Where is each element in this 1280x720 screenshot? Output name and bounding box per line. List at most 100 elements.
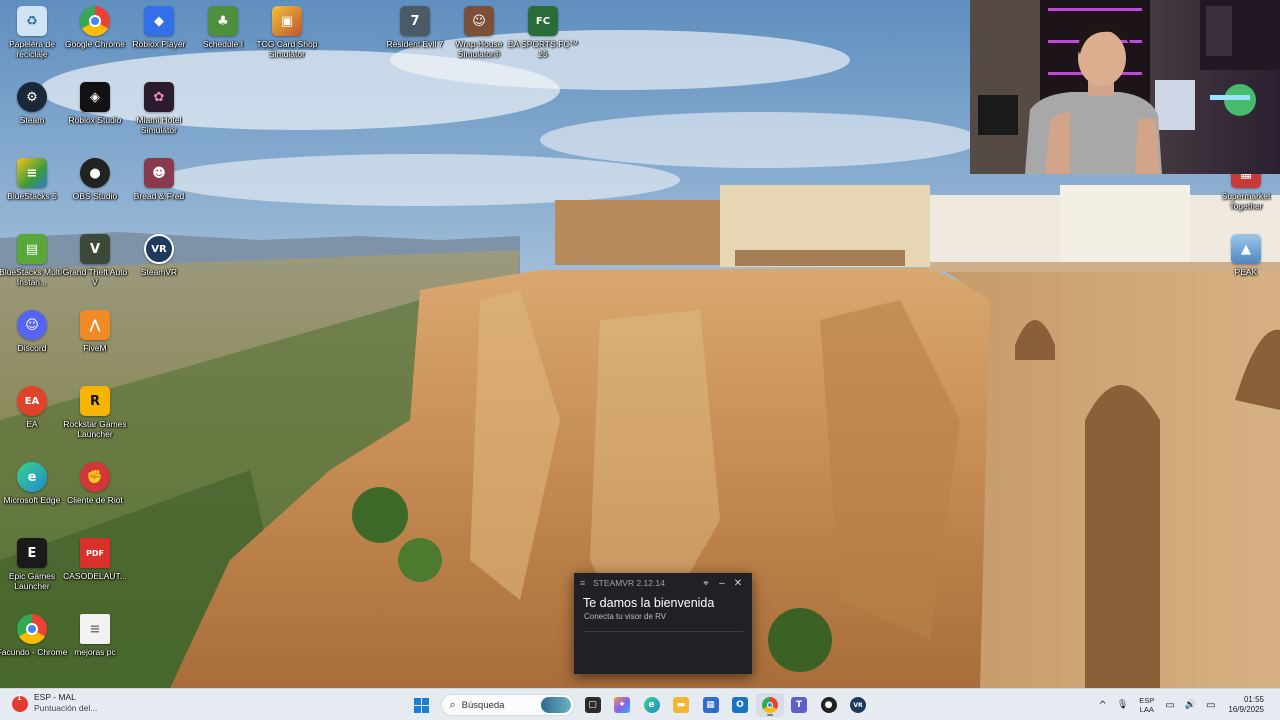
active-app-indicator	[766, 714, 773, 716]
desktop-icon-label: Miami Hotel Simulator	[136, 115, 182, 135]
chrome-icon	[80, 6, 110, 36]
desktop-icon-google-chrome[interactable]: Google Chrome	[59, 6, 131, 49]
taskbar-app-edge[interactable]: e	[638, 693, 666, 717]
steamvr-welcome-heading: Te damos la bienvenida	[583, 596, 715, 610]
desktop-icon-label: Rockstar Games Launcher	[63, 419, 127, 439]
desktop-icon-label: FiveM	[83, 343, 107, 353]
desktop-icon-roblox-player[interactable]: ◆ Roblox Player	[123, 6, 195, 49]
desktop-icon-epic-games[interactable]: E Epic Games Launcher	[0, 538, 68, 591]
desktop-icon-steamvr[interactable]: VR SteamVR	[123, 234, 195, 277]
discord-icon: ☺	[17, 310, 47, 340]
epic-games-icon: E	[17, 538, 47, 568]
desktop-icon-ea[interactable]: EA EA	[0, 386, 68, 429]
desktop-icon-recycle-bin[interactable]: ♻ Papelera de reciclaje	[0, 6, 68, 59]
language-indicator[interactable]: ESP LAA	[1139, 696, 1154, 714]
desktop-icon-tcg-card-shop[interactable]: ▣ TCG Card Shop Simulator	[251, 6, 323, 59]
desktop-icon-facundo-chrome[interactable]: Facundo - Chrome	[0, 614, 68, 657]
desktop-icon-rockstar-launcher[interactable]: R Rockstar Games Launcher	[59, 386, 131, 439]
desktop-icon-fivem[interactable]: ⋀ FiveM	[59, 310, 131, 353]
clock-date: 16/9/2025	[1228, 705, 1264, 714]
obs-studio-icon: ●	[80, 158, 110, 188]
taskbar-app-obs[interactable]: ●	[815, 693, 843, 717]
desktop-icon-label: Epic Games Launcher	[8, 571, 56, 591]
chevron-up-icon[interactable]: ^	[1098, 700, 1106, 711]
desktop-icon-wrap-house-simulator[interactable]: ☺ Wrap House Simulator®	[443, 6, 515, 59]
text-file-icon: ≡	[80, 614, 110, 644]
desktop-icon-bluestacks[interactable]: ≡ BlueStacks 5	[0, 158, 68, 201]
minimize-button[interactable]: –	[714, 578, 730, 589]
desktop-icon-riot-client[interactable]: ✊ Cliente de Riot	[59, 462, 131, 505]
desktop-icon-obs-studio[interactable]: ● OBS Studio	[59, 158, 131, 201]
taskbar-app-teams[interactable]: T	[785, 693, 813, 717]
steamvr-titlebar[interactable]: ≡ STEAMVR 2.12.14 ⌖ – ✕	[574, 573, 752, 593]
desktop-icon-bluestacks-multi-instance[interactable]: ▤ BlueStacks Multi-Instan...	[0, 234, 68, 287]
taskbar-app-chrome[interactable]	[755, 693, 784, 717]
desktop-icon-ea-sports-fc[interactable]: FC EA SPORTS FC™ 25	[507, 6, 579, 59]
gta-v-icon: V	[80, 234, 110, 264]
miami-hotel-simulator-icon: ✿	[144, 82, 174, 112]
pdf-file-icon: PDF	[80, 538, 110, 568]
desktop-icon-label: Steam	[19, 115, 45, 125]
taskbar-search[interactable]: ⌕ Búsqueda	[440, 694, 575, 716]
schedule-i-icon: ♣	[208, 6, 238, 36]
desktop-icon-discord[interactable]: ☺ Discord	[0, 310, 68, 353]
taskbar-app-steamvr[interactable]: VR	[844, 693, 872, 717]
taskbar-app-outlook[interactable]: O	[726, 693, 754, 717]
roblox-studio-icon: ◈	[80, 82, 110, 112]
microphone-icon[interactable]: 🎙	[1117, 700, 1128, 710]
tcg-card-shop-icon: ▣	[272, 6, 302, 36]
steamvr-window[interactable]: ≡ STEAMVR 2.12.14 ⌖ – ✕ Te damos la bien…	[574, 573, 752, 674]
desktop-icon-miami-hotel-simulator[interactable]: ✿ Miami Hotel Simulator	[123, 82, 195, 135]
hamburger-menu-icon[interactable]: ≡	[580, 578, 590, 588]
start-button[interactable]	[407, 693, 435, 717]
rockstar-launcher-icon: R	[80, 386, 110, 416]
desktop-icon-steam[interactable]: ⚙ Steam	[0, 82, 68, 125]
pin-icon[interactable]: ⌖	[698, 578, 714, 589]
desktop-icon-gta-v[interactable]: V Grand Theft Auto V	[59, 234, 131, 287]
ea-sports-fc-icon: FC	[528, 6, 558, 36]
file-explorer-icon: ▬	[673, 697, 689, 713]
desktop-icon-label: Facundo - Chrome	[0, 647, 68, 657]
copilot-icon: ✦	[614, 697, 630, 713]
taskbar-app-task-view[interactable]: ▢	[579, 693, 607, 717]
desktop-icon-label: Roblox Player	[132, 39, 186, 49]
network-icon[interactable]: ▭	[1165, 700, 1174, 711]
fivem-icon: ⋀	[80, 310, 110, 340]
desktop-icon-label: Discord	[17, 343, 47, 353]
desktop-icon-resident-evil-7[interactable]: 7 Resident Evil 7	[379, 6, 451, 49]
desktop-icon-label: mejoras pc	[74, 647, 116, 657]
desktop-icon-text-file[interactable]: ≡ mejoras pc	[59, 614, 131, 657]
weather-widget[interactable]: 1 ESP - MAL Puntuación del...	[12, 692, 97, 714]
steamvr-divider	[583, 631, 743, 632]
desktop-icon-label: Microsoft Edge	[3, 495, 61, 505]
desktop-icon-label: Supermarket Together	[1221, 191, 1271, 211]
taskbar-app-file-explorer[interactable]: ▬	[667, 693, 695, 717]
desktop-icon-label: Bread & Fred	[133, 191, 185, 201]
desktop-icon-schedule-i[interactable]: ♣ Schedule I	[187, 6, 259, 49]
steamvr-title: STEAMVR 2.12.14	[593, 578, 665, 588]
desktop-icon-roblox-studio[interactable]: ◈ Roblox Studio	[59, 82, 131, 125]
steam-icon: ⚙	[17, 82, 47, 112]
desktop-icon-label: OBS Studio	[72, 191, 118, 201]
desktop-icon-label: EA	[26, 419, 38, 429]
webcam-overlay	[970, 0, 1280, 174]
outlook-icon: O	[732, 697, 748, 713]
desktop-icon-pdf-file[interactable]: PDF CASODELAUT...	[59, 538, 131, 581]
taskbar-app-store[interactable]: ▦	[697, 693, 725, 717]
desktop-icon-label: TCG Card Shop Simulator	[256, 39, 318, 59]
webcam-feed	[970, 0, 1280, 174]
close-button[interactable]: ✕	[730, 578, 746, 589]
desktop-icon-bread-and-fred[interactable]: ☻ Bread & Fred	[123, 158, 195, 201]
task-view-icon: ▢	[584, 697, 601, 713]
taskbar-app-copilot[interactable]: ✦	[608, 693, 636, 717]
desktop-icon-microsoft-edge[interactable]: e Microsoft Edge	[0, 462, 68, 505]
language-line-2: LAA	[1139, 705, 1154, 714]
clock[interactable]: 01:55 16/9/2025	[1228, 695, 1264, 715]
battery-icon[interactable]: ▭	[1206, 700, 1215, 711]
desktop-icon-peak[interactable]: ▲ PEAK	[1210, 234, 1280, 277]
desktop-icon-label: SteamVR	[140, 267, 178, 277]
wrap-house-simulator-icon: ☺	[464, 6, 494, 36]
desktop-icon-label: Cliente de Riot	[67, 495, 123, 505]
volume-icon[interactable]: 🔊	[1185, 700, 1196, 710]
obs-taskbar-icon: ●	[820, 697, 837, 713]
